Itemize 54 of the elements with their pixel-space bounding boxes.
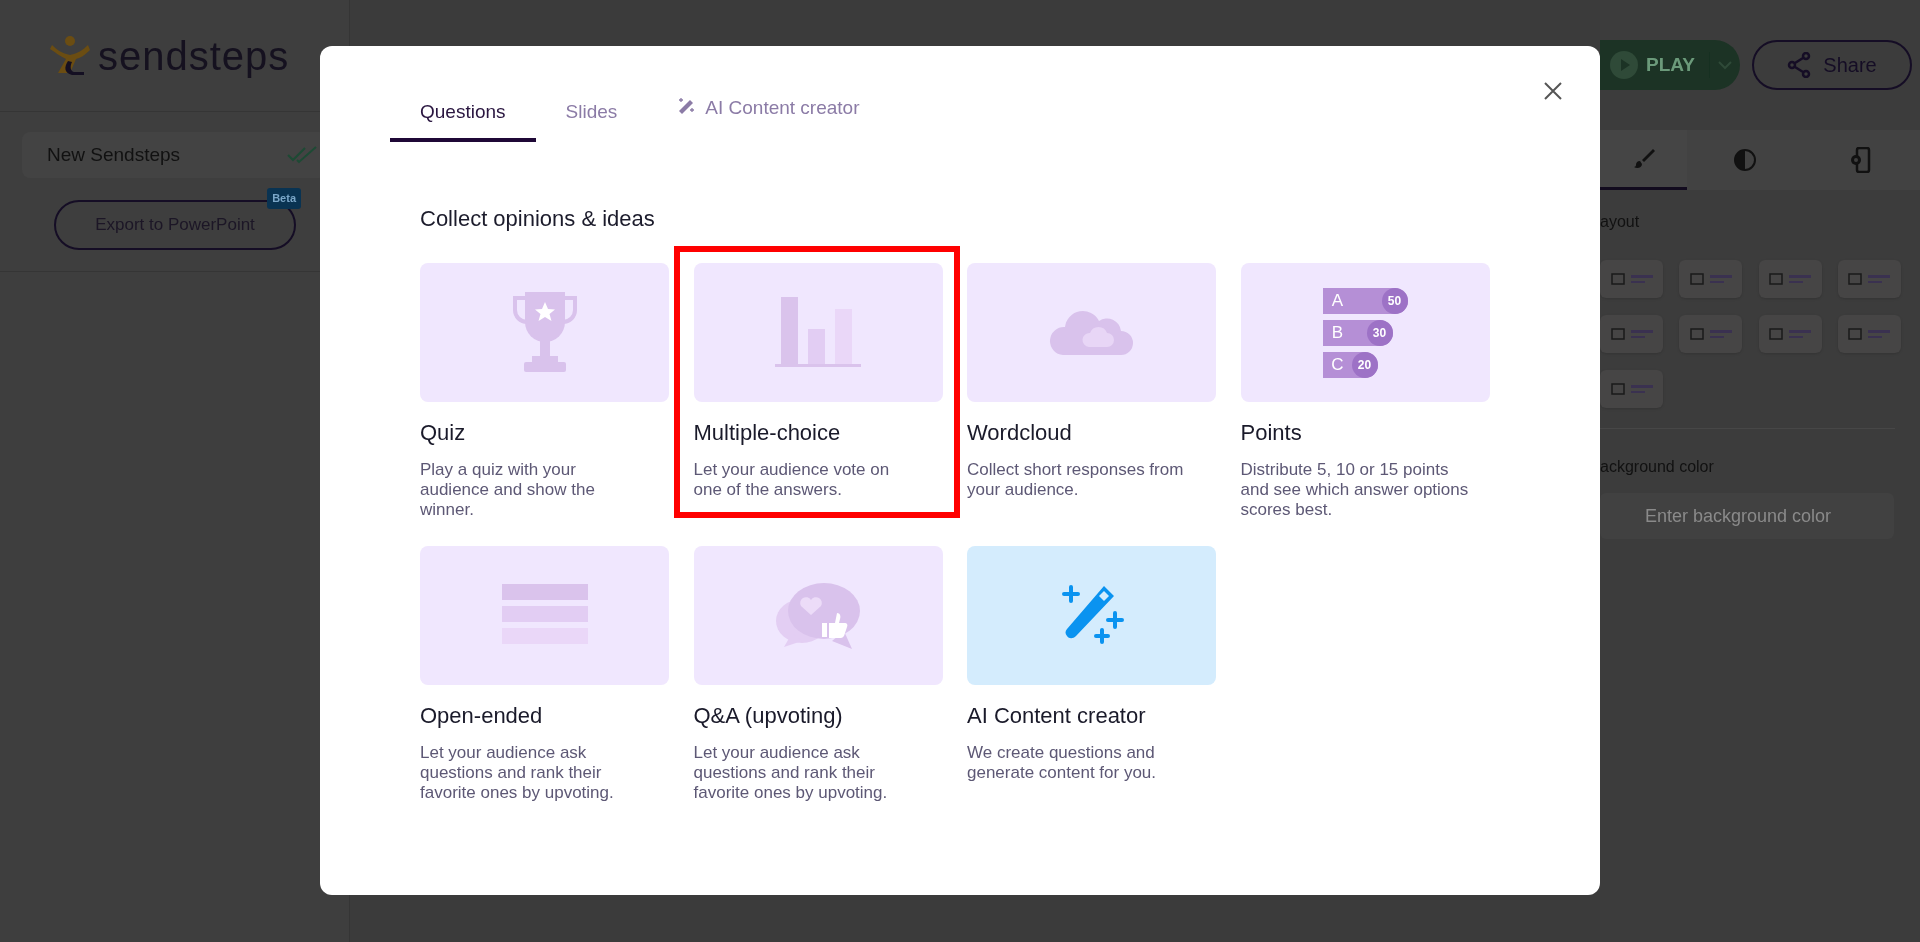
question-type-card[interactable] (693, 546, 943, 685)
layout-thumbnail[interactable] (1758, 260, 1822, 298)
points-value: 30 (1366, 319, 1393, 346)
option-letter: B (1330, 321, 1345, 344)
layout-thumbnail[interactable] (1758, 315, 1822, 353)
modal-tab[interactable]: Slides (535, 94, 648, 142)
layout-thumbnail[interactable] (1600, 370, 1663, 408)
question-type-title: Points (1240, 419, 1303, 447)
points-value: 50 (1381, 287, 1408, 314)
layout-thumbnail[interactable] (1679, 315, 1743, 353)
question-type-description: Let your audience ask questions and rank their favorite ones by upvoting. (693, 743, 889, 803)
question-type-card[interactable] (693, 263, 943, 402)
layout-thumbnail[interactable] (1600, 260, 1663, 298)
question-type-card[interactable] (967, 263, 1216, 402)
question-type-card[interactable] (420, 546, 669, 685)
question-type-title: Multiple-choice (693, 419, 842, 447)
device-settings-icon (1849, 147, 1873, 173)
layout-thumbnail[interactable] (1837, 315, 1901, 353)
contrast-icon (1733, 148, 1757, 172)
points-value: 20 (1351, 351, 1378, 378)
cloud-icon (1048, 310, 1135, 355)
section-title: Collect opinions & ideas (420, 205, 656, 233)
chat-bubbles-icon (774, 580, 862, 651)
option-letter: A (1330, 289, 1345, 312)
beta-badge: Beta (267, 188, 301, 209)
bar-chart-icon (775, 296, 861, 369)
layout-thumbnail[interactable] (1679, 260, 1743, 298)
background-color-input[interactable]: Enter background color (1645, 502, 1894, 530)
play-icon (1610, 51, 1638, 79)
question-type-card[interactable] (967, 546, 1216, 685)
question-type-title: AI Content creator (967, 702, 1147, 730)
question-type-description: Let your audience ask questions and rank their favorite ones by upvoting. (420, 743, 615, 803)
question-type-card[interactable] (420, 263, 669, 402)
magic-wand-icon (677, 97, 696, 115)
question-type-title: Open-ended (420, 702, 544, 730)
question-type-title: Quiz (420, 419, 467, 447)
question-type-description: Let your audience vote on one of the answers. (693, 460, 891, 500)
play-button[interactable]: PLAY (1600, 40, 1740, 90)
layout-thumbnail[interactable] (1837, 260, 1901, 298)
question-type-description: Play a quiz with your audience and show the winner. (420, 460, 596, 520)
question-type-card[interactable]: A 50 B 30 C 20 (1240, 263, 1490, 402)
logo-figure-icon (50, 34, 92, 77)
modal-tab[interactable]: Questions (390, 94, 536, 142)
option-letter: C (1330, 353, 1345, 376)
question-type-description: Collect short responses from your audience. (967, 460, 1185, 500)
close-icon[interactable] (1542, 80, 1564, 102)
question-type-description: We create questions and generate content for you. (967, 743, 1158, 783)
question-type-title: Wordcloud (967, 419, 1073, 447)
background-color-field[interactable]: Enter background color (1600, 493, 1894, 539)
question-type-title: Q&A (upvoting) (693, 702, 844, 730)
layout-thumbnail[interactable] (1600, 315, 1663, 353)
share-icon (1787, 52, 1812, 78)
question-type-description: Distribute 5, 10 or 15 points and see which answer options scores best. (1240, 460, 1469, 520)
modal-tab[interactable]: AI Content creator (647, 94, 890, 142)
